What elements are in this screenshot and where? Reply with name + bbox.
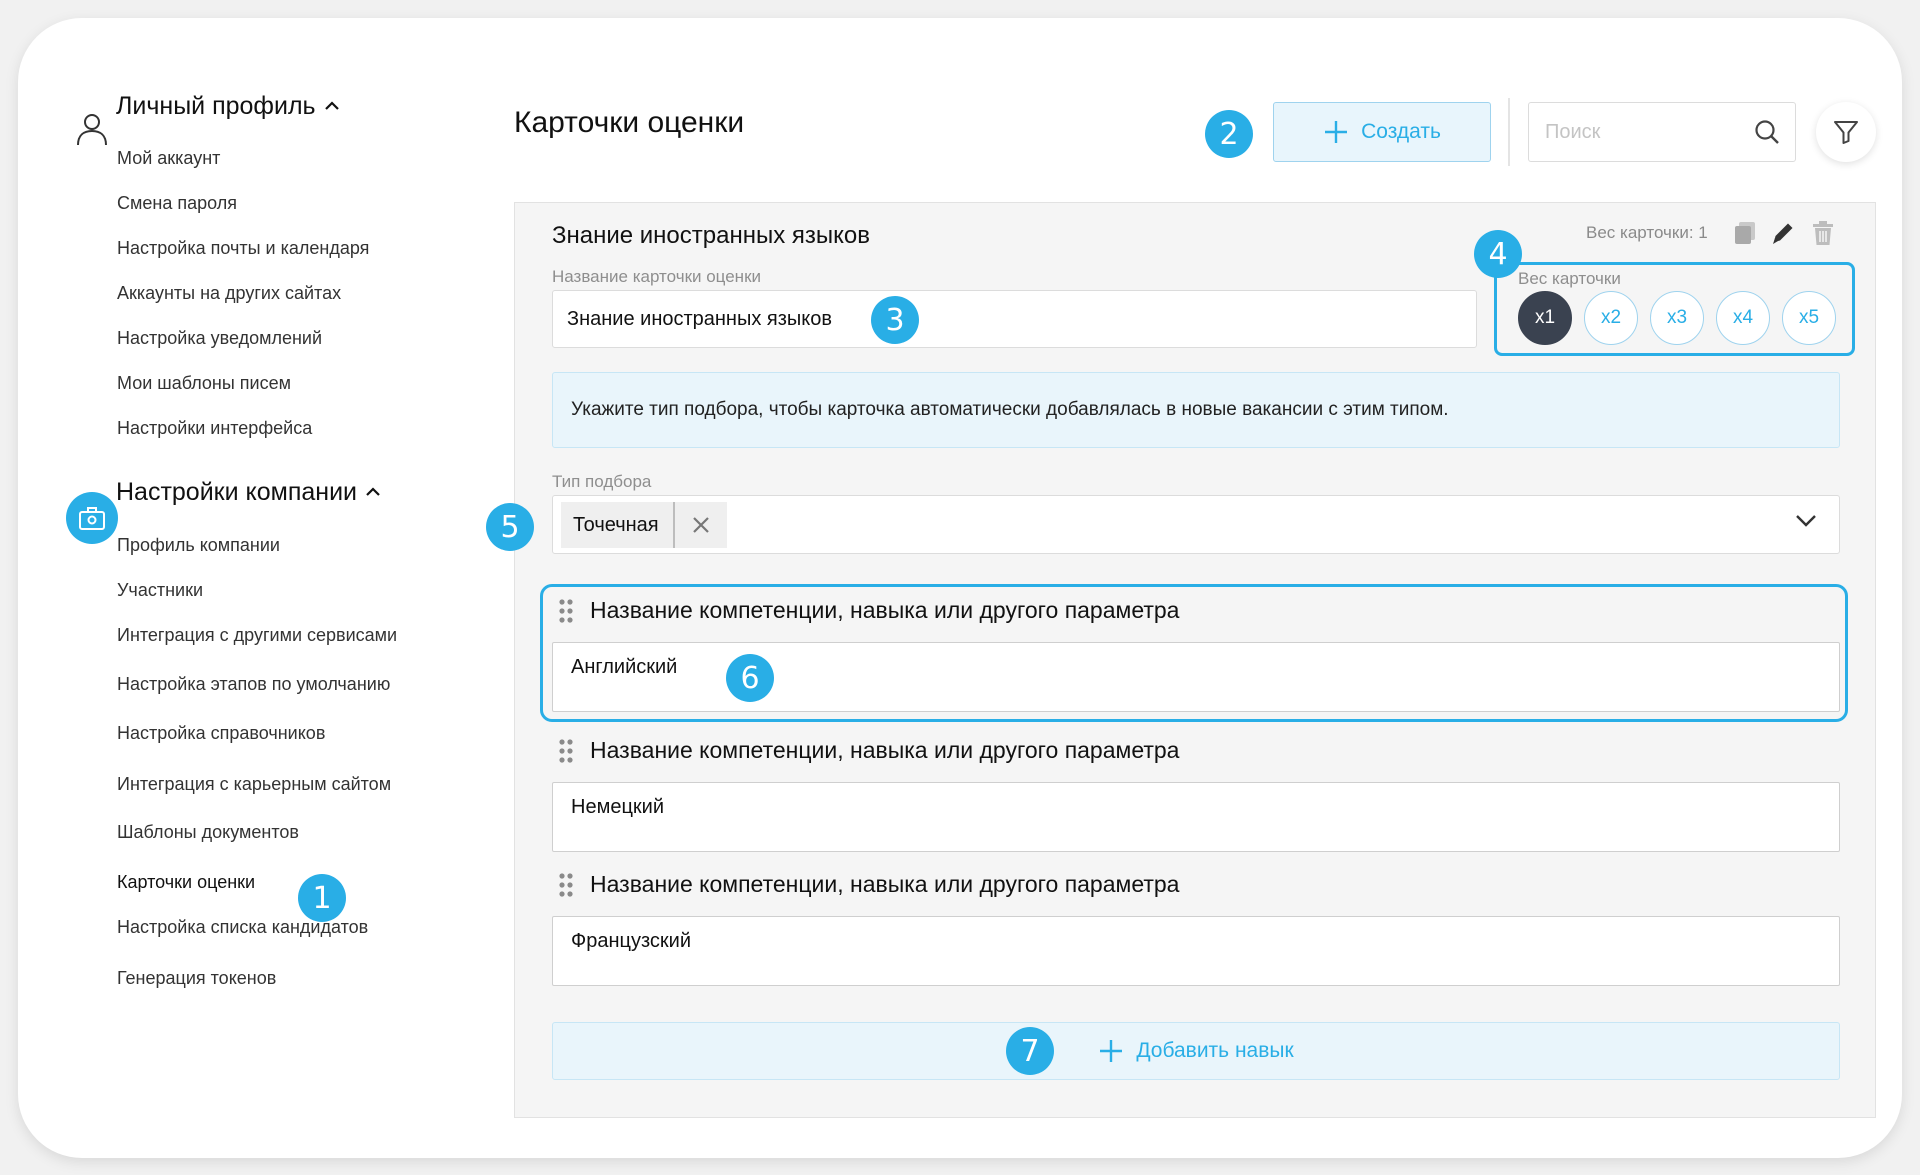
- sidebar-item-email-templates[interactable]: Мои шаблоны писем: [117, 373, 291, 394]
- drag-handle-icon[interactable]: [558, 598, 574, 624]
- chevron-up-icon: [365, 481, 381, 502]
- create-button[interactable]: Создать: [1273, 102, 1491, 162]
- weight-option-x4[interactable]: x4: [1716, 291, 1770, 345]
- sidebar-item-my-account[interactable]: Мой аккаунт: [117, 148, 220, 169]
- filter-icon: [1834, 121, 1858, 144]
- info-text: Укажите тип подбора, чтобы карточка авто…: [571, 399, 1449, 420]
- weight-option-x3[interactable]: x3: [1650, 291, 1704, 345]
- sidebar-item-career-site[interactable]: Интеграция с карьерным сайтом: [117, 774, 391, 795]
- skill-value: Английский: [571, 656, 678, 678]
- skill-label: Название компетенции, навыка или другого…: [590, 871, 1180, 897]
- skill-input[interactable]: Французский: [552, 916, 1840, 986]
- tag-label: Точечная: [561, 502, 675, 548]
- annotation-badge-4: 4: [1474, 230, 1522, 278]
- weight-option-x1[interactable]: x1: [1518, 291, 1572, 345]
- card-weight-label: Вес карточки: [1518, 269, 1621, 288]
- sidebar-item-integrations[interactable]: Интеграция с другими сервисами: [117, 625, 397, 646]
- chevron-down-icon[interactable]: [1795, 514, 1817, 533]
- chevron-up-icon: [324, 95, 340, 116]
- sidebar-item-members[interactable]: Участники: [117, 580, 203, 601]
- skill-label: Название компетенции, навыка или другого…: [590, 597, 1180, 623]
- page-title: Карточки оценки: [514, 106, 745, 139]
- section-personal-profile[interactable]: Личный профиль: [116, 92, 340, 121]
- weight-option-x2[interactable]: x2: [1584, 291, 1638, 345]
- card-name-input[interactable]: Знание иностранных языков: [552, 290, 1477, 348]
- sidebar-item-mail-calendar[interactable]: Настройка почты и календаря: [117, 238, 369, 259]
- search-icon[interactable]: [1753, 118, 1781, 151]
- section-company-settings[interactable]: Настройки компании: [116, 478, 381, 507]
- sidebar-item-company-profile[interactable]: Профиль компании: [117, 535, 280, 556]
- info-message: Укажите тип подбора, чтобы карточка авто…: [552, 372, 1840, 448]
- section-title: Настройки компании: [116, 478, 358, 506]
- header-divider: [1508, 98, 1510, 166]
- pencil-icon[interactable]: [1768, 218, 1798, 248]
- skill-input[interactable]: Немецкий: [552, 782, 1840, 852]
- sidebar-item-change-password[interactable]: Смена пароля: [117, 193, 237, 214]
- plus-icon: [1100, 1040, 1123, 1062]
- trash-icon[interactable]: [1808, 218, 1838, 248]
- skill-value: Французский: [571, 930, 691, 952]
- sidebar-item-default-stages[interactable]: Настройка этапов по умолчанию: [117, 674, 390, 695]
- sidebar-item-document-templates[interactable]: Шаблоны документов: [117, 822, 299, 843]
- weight-option-x5[interactable]: x5: [1782, 291, 1836, 345]
- skill-label: Название компетенции, навыка или другого…: [590, 737, 1180, 763]
- search-box: [1528, 102, 1796, 162]
- plus-icon: [1325, 121, 1348, 143]
- sidebar-item-evaluation-cards[interactable]: Карточки оценки: [117, 872, 255, 893]
- annotation-badge-2: 2: [1205, 110, 1253, 158]
- sidebar-item-token-generation[interactable]: Генерация токенов: [117, 968, 276, 989]
- selection-type-label: Тип подбора: [552, 472, 652, 491]
- selection-type-select[interactable]: Точечная: [552, 495, 1840, 554]
- create-button-label: Создать: [1361, 120, 1441, 143]
- sidebar-item-notifications[interactable]: Настройка уведомлений: [117, 328, 322, 349]
- section-title: Личный профиль: [116, 92, 316, 120]
- skill-value: Немецкий: [571, 796, 664, 818]
- copy-icon[interactable]: [1730, 218, 1760, 248]
- drag-handle-icon[interactable]: [558, 872, 574, 898]
- sidebar-item-other-accounts[interactable]: Аккаунты на других сайтах: [117, 283, 341, 304]
- user-icon: [74, 111, 110, 147]
- card-title: Знание иностранных языков: [552, 222, 871, 249]
- card-name-value: Знание иностранных языков: [567, 307, 833, 330]
- filter-button[interactable]: [1816, 102, 1876, 162]
- sidebar-item-interface-settings[interactable]: Настройки интерфейса: [117, 418, 312, 439]
- add-skill-button[interactable]: Добавить навык: [552, 1022, 1840, 1080]
- drag-handle-icon[interactable]: [558, 738, 574, 764]
- annotation-badge-6: 6: [726, 654, 774, 702]
- annotation-badge-3: 3: [871, 296, 919, 344]
- card-name-label: Название карточки оценки: [552, 267, 762, 286]
- close-icon[interactable]: [675, 502, 727, 548]
- app-window: Личный профиль Мой аккаунт Смена пароля …: [18, 18, 1902, 1158]
- briefcase-icon: [66, 492, 118, 544]
- annotation-badge-7: 7: [1006, 1027, 1054, 1075]
- search-input[interactable]: [1529, 103, 1749, 161]
- card-weight-caption: Вес карточки: 1: [1586, 223, 1708, 242]
- add-skill-label: Добавить навык: [1136, 1039, 1294, 1062]
- annotation-badge-5: 5: [486, 503, 534, 551]
- selection-type-tag: Точечная: [561, 502, 727, 548]
- annotation-badge-1: 1: [298, 874, 346, 922]
- sidebar-item-dictionaries[interactable]: Настройка справочников: [117, 723, 325, 744]
